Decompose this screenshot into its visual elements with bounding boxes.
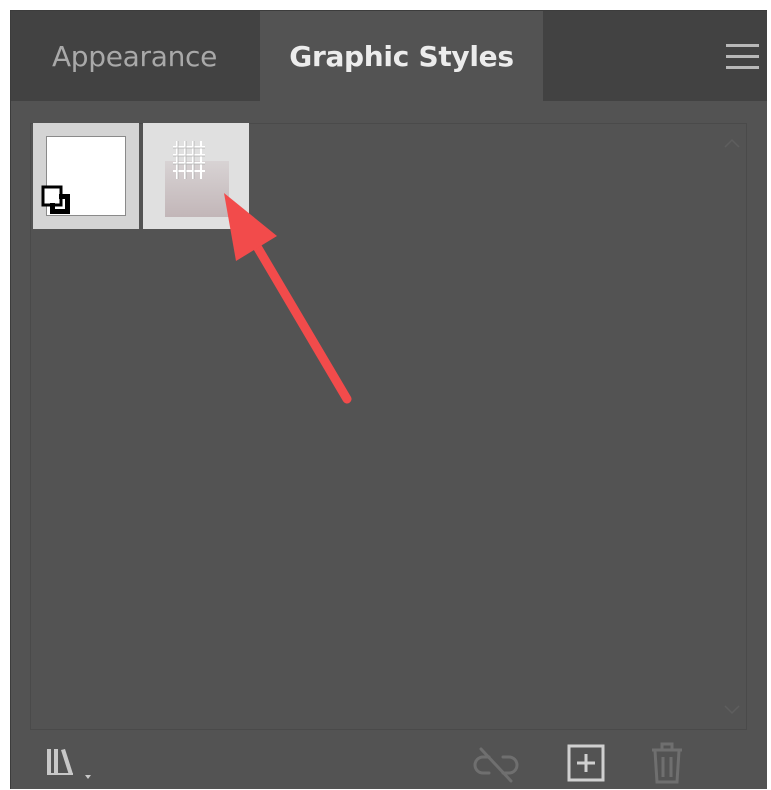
hamburger-menu-icon[interactable] xyxy=(726,44,759,70)
default-style-icon xyxy=(41,185,70,214)
graphic-styles-library-icon[interactable] xyxy=(45,745,101,781)
delete-style-icon[interactable] xyxy=(649,741,685,785)
panel-footer xyxy=(11,731,767,790)
tab-appearance[interactable]: Appearance xyxy=(11,11,258,101)
scroll-down-icon[interactable] xyxy=(724,705,740,715)
panel-tab-bar: Appearance Graphic Styles xyxy=(11,11,767,102)
grid-pattern-icon xyxy=(165,141,229,217)
tab-appearance-label: Appearance xyxy=(51,39,218,73)
tab-graphic-styles[interactable]: Graphic Styles xyxy=(260,11,543,102)
new-graphic-style-icon[interactable] xyxy=(566,743,606,783)
scroll-up-icon[interactable] xyxy=(724,138,740,148)
default-graphic-style[interactable] xyxy=(33,123,139,229)
graphic-styles-panel: Appearance Graphic Styles xyxy=(10,10,767,789)
break-link-icon[interactable] xyxy=(471,745,521,785)
tab-graphic-styles-label: Graphic Styles xyxy=(289,40,514,73)
grid-graphic-style[interactable] xyxy=(143,123,249,229)
